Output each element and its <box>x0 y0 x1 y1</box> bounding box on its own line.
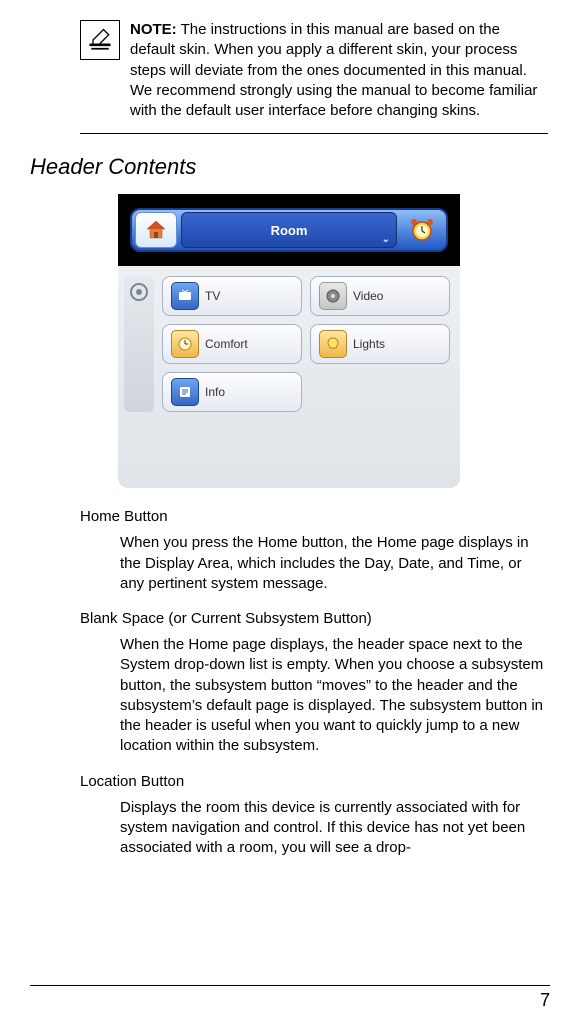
comfort-icon <box>171 330 199 358</box>
header-bar: Room <box>130 208 448 252</box>
speaker-icon[interactable] <box>129 282 149 307</box>
note-label: NOTE: <box>130 21 177 38</box>
header-highlight-area: Room <box>118 194 460 266</box>
location-button-body: Displays the room this device is current… <box>120 798 548 859</box>
page-number: 7 <box>30 985 550 1011</box>
tv-label: TV <box>205 289 220 303</box>
subsystem-grid: TV Video Comfort Lights <box>162 276 450 412</box>
ui-screenshot: Room <box>118 194 460 488</box>
empty-cell <box>310 372 450 412</box>
body-content: Home Button When you press the Home butt… <box>80 508 548 858</box>
lights-label: Lights <box>353 337 385 351</box>
section-title: Header Contents <box>30 154 548 180</box>
tv-icon <box>171 282 199 310</box>
home-button-heading: Home Button <box>80 508 548 525</box>
lights-icon <box>319 330 347 358</box>
subsystem-button-comfort[interactable]: Comfort <box>162 324 302 364</box>
subsystem-area: TV Video Comfort Lights <box>118 266 460 422</box>
info-label: Info <box>205 385 225 399</box>
note-body: The instructions in this manual are base… <box>130 21 537 119</box>
blank-space-heading: Blank Space (or Current Subsystem Button… <box>80 610 548 627</box>
alarm-clock-button[interactable] <box>401 212 443 248</box>
subsystem-button-info[interactable]: Info <box>162 372 302 412</box>
subsystem-button-lights[interactable]: Lights <box>310 324 450 364</box>
home-button-body: When you press the Home button, the Home… <box>120 533 548 594</box>
room-dropdown[interactable]: Room <box>181 212 397 248</box>
subsystem-button-video[interactable]: Video <box>310 276 450 316</box>
info-icon <box>171 378 199 406</box>
home-button[interactable] <box>135 212 177 248</box>
video-label: Video <box>353 289 383 303</box>
pencil-note-icon <box>86 26 114 54</box>
note-text: NOTE: The instructions in this manual ar… <box>130 20 548 121</box>
blank-space-body: When the Home page displays, the header … <box>120 635 548 757</box>
comfort-label: Comfort <box>205 337 248 351</box>
room-label-text: Room <box>271 223 308 238</box>
location-button-heading: Location Button <box>80 773 548 790</box>
note-block: NOTE: The instructions in this manual ar… <box>80 20 548 134</box>
note-icon <box>80 20 120 60</box>
left-rail <box>124 276 154 412</box>
alarm-clock-icon <box>408 216 436 244</box>
subsystem-button-tv[interactable]: TV <box>162 276 302 316</box>
video-icon <box>319 282 347 310</box>
house-icon <box>144 218 168 242</box>
